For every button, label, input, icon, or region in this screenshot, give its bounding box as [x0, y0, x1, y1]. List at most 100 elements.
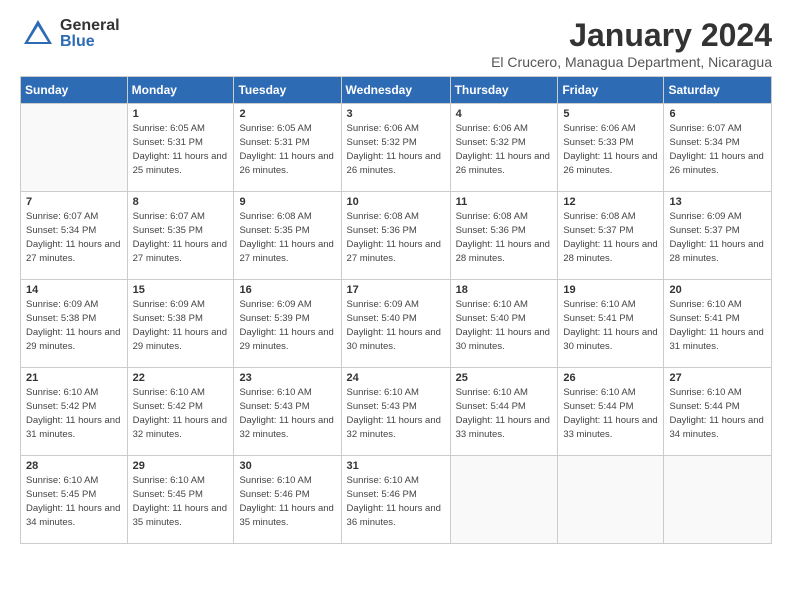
day-info: Sunrise: 6:10 AMSunset: 5:46 PMDaylight:… [347, 474, 445, 529]
day-info: Sunrise: 6:07 AMSunset: 5:34 PMDaylight:… [669, 122, 766, 177]
calendar-cell: 25 Sunrise: 6:10 AMSunset: 5:44 PMDaylig… [450, 368, 558, 456]
location-subtitle: El Crucero, Managua Department, Nicaragu… [491, 54, 772, 70]
day-number: 12 [563, 196, 658, 208]
weekday-header: Thursday [450, 77, 558, 104]
day-number: 30 [239, 460, 335, 472]
calendar-week-row: 21 Sunrise: 6:10 AMSunset: 5:42 PMDaylig… [21, 368, 772, 456]
day-info: Sunrise: 6:10 AMSunset: 5:42 PMDaylight:… [133, 386, 229, 441]
calendar-cell: 14 Sunrise: 6:09 AMSunset: 5:38 PMDaylig… [21, 280, 128, 368]
page-header: General Blue January 2024 El Crucero, Ma… [20, 16, 772, 70]
calendar-cell: 21 Sunrise: 6:10 AMSunset: 5:42 PMDaylig… [21, 368, 128, 456]
calendar-week-row: 1 Sunrise: 6:05 AMSunset: 5:31 PMDayligh… [21, 104, 772, 192]
weekday-header: Wednesday [341, 77, 450, 104]
day-info: Sunrise: 6:06 AMSunset: 5:33 PMDaylight:… [563, 122, 658, 177]
calendar-cell: 30 Sunrise: 6:10 AMSunset: 5:46 PMDaylig… [234, 456, 341, 544]
calendar-cell: 24 Sunrise: 6:10 AMSunset: 5:43 PMDaylig… [341, 368, 450, 456]
day-number: 22 [133, 372, 229, 384]
day-number: 17 [347, 284, 445, 296]
calendar-cell: 12 Sunrise: 6:08 AMSunset: 5:37 PMDaylig… [558, 192, 664, 280]
day-info: Sunrise: 6:08 AMSunset: 5:36 PMDaylight:… [347, 210, 445, 265]
day-number: 7 [26, 196, 122, 208]
day-info: Sunrise: 6:10 AMSunset: 5:45 PMDaylight:… [133, 474, 229, 529]
day-info: Sunrise: 6:10 AMSunset: 5:44 PMDaylight:… [456, 386, 553, 441]
day-number: 10 [347, 196, 445, 208]
calendar-cell: 31 Sunrise: 6:10 AMSunset: 5:46 PMDaylig… [341, 456, 450, 544]
logo-icon [20, 16, 56, 52]
calendar-cell: 15 Sunrise: 6:09 AMSunset: 5:38 PMDaylig… [127, 280, 234, 368]
day-info: Sunrise: 6:09 AMSunset: 5:38 PMDaylight:… [133, 298, 229, 353]
day-number: 31 [347, 460, 445, 472]
day-info: Sunrise: 6:06 AMSunset: 5:32 PMDaylight:… [456, 122, 553, 177]
day-info: Sunrise: 6:08 AMSunset: 5:35 PMDaylight:… [239, 210, 335, 265]
day-number: 23 [239, 372, 335, 384]
day-info: Sunrise: 6:09 AMSunset: 5:37 PMDaylight:… [669, 210, 766, 265]
day-number: 6 [669, 108, 766, 120]
day-info: Sunrise: 6:05 AMSunset: 5:31 PMDaylight:… [239, 122, 335, 177]
day-info: Sunrise: 6:10 AMSunset: 5:40 PMDaylight:… [456, 298, 553, 353]
day-number: 24 [347, 372, 445, 384]
month-title: January 2024 [491, 16, 772, 54]
day-number: 15 [133, 284, 229, 296]
weekday-header: Monday [127, 77, 234, 104]
day-info: Sunrise: 6:05 AMSunset: 5:31 PMDaylight:… [133, 122, 229, 177]
calendar-cell: 8 Sunrise: 6:07 AMSunset: 5:35 PMDayligh… [127, 192, 234, 280]
day-info: Sunrise: 6:10 AMSunset: 5:41 PMDaylight:… [669, 298, 766, 353]
day-number: 18 [456, 284, 553, 296]
calendar-cell: 27 Sunrise: 6:10 AMSunset: 5:44 PMDaylig… [664, 368, 772, 456]
calendar-cell: 3 Sunrise: 6:06 AMSunset: 5:32 PMDayligh… [341, 104, 450, 192]
day-info: Sunrise: 6:07 AMSunset: 5:34 PMDaylight:… [26, 210, 122, 265]
day-number: 9 [239, 196, 335, 208]
day-number: 29 [133, 460, 229, 472]
calendar-cell: 1 Sunrise: 6:05 AMSunset: 5:31 PMDayligh… [127, 104, 234, 192]
day-number: 19 [563, 284, 658, 296]
calendar-cell: 23 Sunrise: 6:10 AMSunset: 5:43 PMDaylig… [234, 368, 341, 456]
day-number: 16 [239, 284, 335, 296]
calendar-cell: 19 Sunrise: 6:10 AMSunset: 5:41 PMDaylig… [558, 280, 664, 368]
calendar-cell: 7 Sunrise: 6:07 AMSunset: 5:34 PMDayligh… [21, 192, 128, 280]
calendar-cell: 29 Sunrise: 6:10 AMSunset: 5:45 PMDaylig… [127, 456, 234, 544]
weekday-header: Tuesday [234, 77, 341, 104]
day-info: Sunrise: 6:10 AMSunset: 5:45 PMDaylight:… [26, 474, 122, 529]
day-info: Sunrise: 6:10 AMSunset: 5:44 PMDaylight:… [563, 386, 658, 441]
logo-line1: General [60, 18, 120, 34]
calendar-week-row: 7 Sunrise: 6:07 AMSunset: 5:34 PMDayligh… [21, 192, 772, 280]
calendar-cell: 9 Sunrise: 6:08 AMSunset: 5:35 PMDayligh… [234, 192, 341, 280]
day-info: Sunrise: 6:06 AMSunset: 5:32 PMDaylight:… [347, 122, 445, 177]
day-number: 14 [26, 284, 122, 296]
calendar-cell: 13 Sunrise: 6:09 AMSunset: 5:37 PMDaylig… [664, 192, 772, 280]
calendar-cell [664, 456, 772, 544]
calendar-cell: 17 Sunrise: 6:09 AMSunset: 5:40 PMDaylig… [341, 280, 450, 368]
day-info: Sunrise: 6:08 AMSunset: 5:36 PMDaylight:… [456, 210, 553, 265]
calendar-cell: 11 Sunrise: 6:08 AMSunset: 5:36 PMDaylig… [450, 192, 558, 280]
day-number: 25 [456, 372, 553, 384]
day-number: 2 [239, 108, 335, 120]
calendar-cell: 2 Sunrise: 6:05 AMSunset: 5:31 PMDayligh… [234, 104, 341, 192]
calendar-cell: 5 Sunrise: 6:06 AMSunset: 5:33 PMDayligh… [558, 104, 664, 192]
calendar-cell: 20 Sunrise: 6:10 AMSunset: 5:41 PMDaylig… [664, 280, 772, 368]
day-number: 8 [133, 196, 229, 208]
day-info: Sunrise: 6:09 AMSunset: 5:39 PMDaylight:… [239, 298, 335, 353]
day-number: 21 [26, 372, 122, 384]
weekday-header: Sunday [21, 77, 128, 104]
logo: General Blue [20, 16, 120, 52]
day-info: Sunrise: 6:10 AMSunset: 5:42 PMDaylight:… [26, 386, 122, 441]
day-number: 26 [563, 372, 658, 384]
calendar-table: SundayMondayTuesdayWednesdayThursdayFrid… [20, 76, 772, 544]
day-info: Sunrise: 6:10 AMSunset: 5:43 PMDaylight:… [239, 386, 335, 441]
day-number: 4 [456, 108, 553, 120]
day-info: Sunrise: 6:10 AMSunset: 5:46 PMDaylight:… [239, 474, 335, 529]
day-number: 20 [669, 284, 766, 296]
day-info: Sunrise: 6:08 AMSunset: 5:37 PMDaylight:… [563, 210, 658, 265]
day-number: 13 [669, 196, 766, 208]
day-number: 3 [347, 108, 445, 120]
calendar-cell: 26 Sunrise: 6:10 AMSunset: 5:44 PMDaylig… [558, 368, 664, 456]
calendar-week-row: 28 Sunrise: 6:10 AMSunset: 5:45 PMDaylig… [21, 456, 772, 544]
day-number: 27 [669, 372, 766, 384]
calendar-cell [558, 456, 664, 544]
calendar-cell: 6 Sunrise: 6:07 AMSunset: 5:34 PMDayligh… [664, 104, 772, 192]
calendar-cell: 4 Sunrise: 6:06 AMSunset: 5:32 PMDayligh… [450, 104, 558, 192]
calendar-cell: 18 Sunrise: 6:10 AMSunset: 5:40 PMDaylig… [450, 280, 558, 368]
weekday-header-row: SundayMondayTuesdayWednesdayThursdayFrid… [21, 77, 772, 104]
day-number: 28 [26, 460, 122, 472]
day-number: 1 [133, 108, 229, 120]
